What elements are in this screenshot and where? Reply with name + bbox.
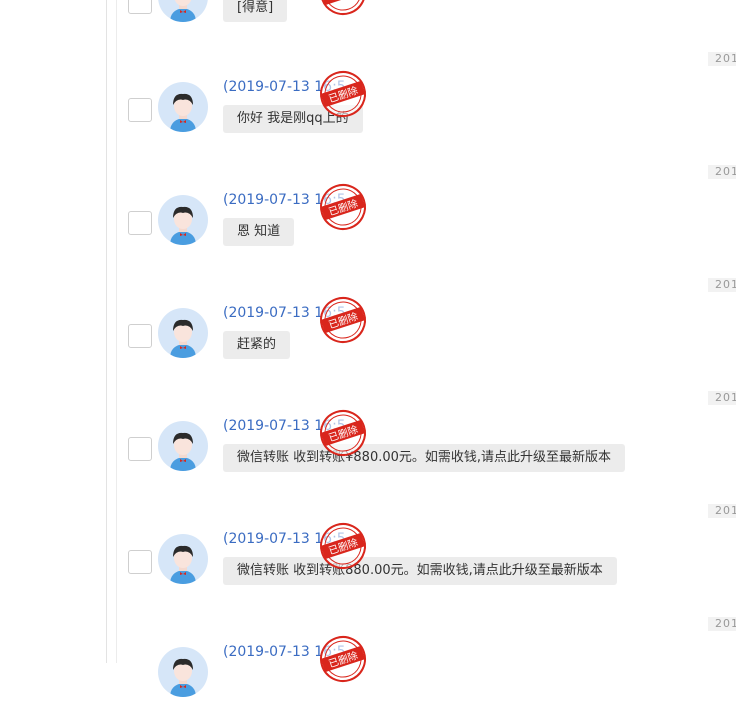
message-select-checkbox[interactable] [128,550,152,574]
left-pane [0,0,107,663]
avatar [158,421,208,471]
message-row: 201 (2019-07-13 16:5 微信转账 收到转账880.00元。如需… [117,502,736,615]
message-select-checkbox[interactable] [128,437,152,461]
chat-message-list[interactable]: [得意] 201 (2019-07-13 16:5 你好 我是刚qq上的 已删除… [117,0,736,697]
avatar [158,195,208,245]
message-row: [得意] [117,0,736,22]
message-bubble[interactable]: [得意] [223,0,288,22]
message-bubble[interactable]: 微信转账 收到转账880.00元。如需收钱,请点此升级至最新版本 [223,557,617,585]
message-bubble[interactable]: 恩 知道 [223,218,295,246]
timestamp-label: 201 [708,617,736,631]
timestamp-label: 201 [708,165,736,179]
message-bubble[interactable]: 微信转账 收到转账¥880.00元。如需收钱,请点此升级至最新版本 [223,444,626,472]
message-row: 201 (2019-07-13 16:5 已删除 [117,615,736,728]
timestamp-label: 201 [708,504,736,518]
deleted-stamp-icon [313,0,373,22]
deleted-stamp-icon: 已删除 [313,290,373,350]
deleted-stamp-icon: 已删除 [313,629,373,689]
avatar [158,308,208,358]
message-row: 201 (2019-07-13 16:5 恩 知道 已删除 [117,163,736,276]
message-select-checkbox[interactable] [128,324,152,348]
avatar [158,534,208,584]
message-row: 201 (2019-07-13 16:5 微信转账 收到转账¥880.00元。如… [117,389,736,502]
timestamp-label: 201 [708,52,736,66]
timestamp-label: 201 [708,278,736,292]
avatar [158,82,208,132]
message-row: 201 (2019-07-13 16:5 赶紧的 已删除 [117,276,736,389]
timestamp-label: 201 [708,391,736,405]
message-select-checkbox[interactable] [128,211,152,235]
message-select-checkbox[interactable] [128,98,152,122]
avatar [158,647,208,697]
avatar [158,0,208,22]
message-select-checkbox[interactable] [128,0,152,14]
message-row: 201 (2019-07-13 16:5 你好 我是刚qq上的 已删除 [117,50,736,163]
deleted-stamp-icon: 已删除 [313,177,373,237]
message-bubble[interactable]: 赶紧的 [223,331,291,359]
